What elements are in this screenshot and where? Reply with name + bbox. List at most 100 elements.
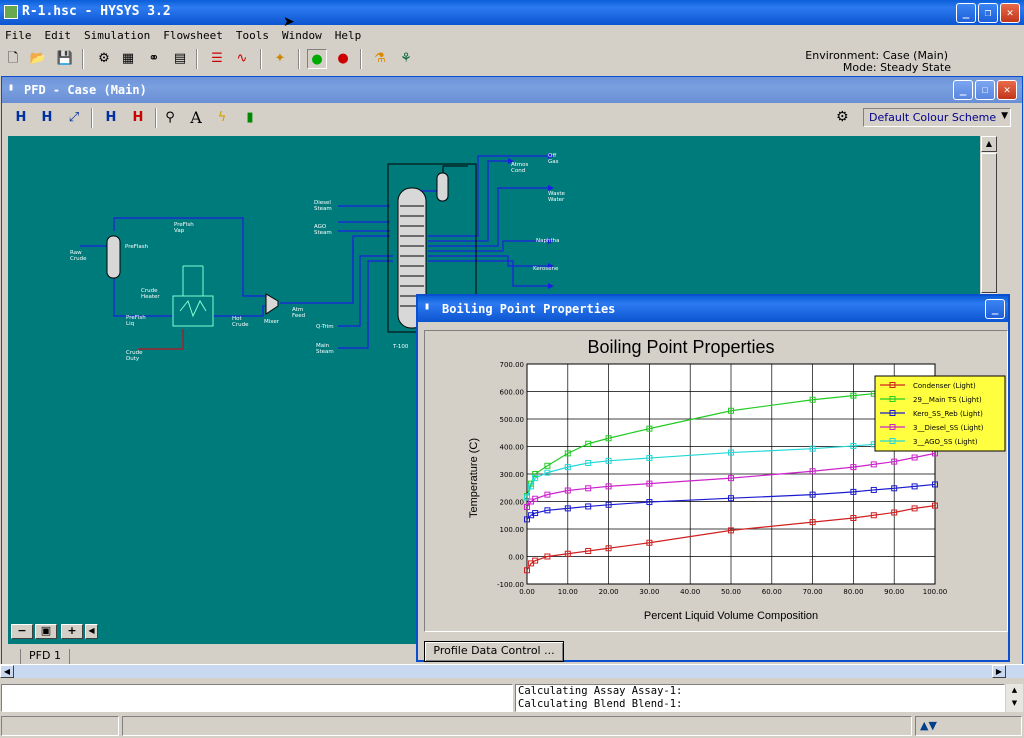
pfd-maximize-button[interactable]: ☐	[975, 80, 995, 100]
save-icon[interactable]: 💾	[55, 49, 75, 69]
label-crude-duty: Crude Duty	[126, 350, 143, 362]
label-waste-water: Waste Water	[548, 191, 565, 203]
profile-data-control-button[interactable]: Profile Data Control ...	[424, 641, 564, 662]
color-bar-icon[interactable]: ▮	[240, 108, 260, 128]
label-main-steam: Main Steam	[316, 343, 334, 355]
green-pump-icon[interactable]: ●	[307, 49, 327, 69]
status-scroll[interactable]: ▲ ▼	[1006, 684, 1023, 712]
label-preflash-liq: PreFlsh Liq	[126, 315, 146, 327]
text-annotation-icon[interactable]: A	[186, 108, 206, 128]
label-preflash-vap: PreFlsh Vap	[174, 222, 194, 234]
pfd-close-button[interactable]: ✕	[997, 80, 1017, 100]
bpp-chart: Boiling Point Properties Percent Liquid …	[468, 337, 1006, 622]
spreadsheet-icon[interactable]: ▦	[118, 49, 138, 69]
bpp-window: ▮ Boiling Point Properties _ Boiling Poi…	[416, 294, 1010, 662]
statusbar-left	[1, 716, 119, 736]
y-tick-label: 100.00	[500, 526, 525, 534]
label-naphtha: Naphtha	[536, 238, 560, 244]
x-tick-label: 90.00	[884, 588, 904, 596]
pfd-title-bar[interactable]: ▮ PFD - Case (Main) _ ☐ ✕	[2, 77, 1022, 103]
scroll-thumb[interactable]	[981, 153, 997, 293]
menu-tools[interactable]: Tools	[236, 29, 269, 42]
app-title-bar[interactable]: R-1.hsc - HYSYS 3.2 _ ❐ ✕	[0, 0, 1024, 25]
zoom-in-button[interactable]: +	[61, 624, 83, 639]
plant-icon[interactable]: ⚘	[396, 49, 416, 69]
chart-y-axis-label: Temperature (C)	[468, 438, 480, 518]
red-pump-icon[interactable]: ●	[333, 49, 353, 69]
light-icon[interactable]: ✦	[270, 49, 290, 69]
label-diesel-steam: Diesel Steam	[314, 200, 332, 212]
x-tick-label: 20.00	[599, 588, 619, 596]
pfd-icon: ▮	[8, 82, 15, 93]
hscroll-left-button[interactable]: ◀	[0, 665, 14, 678]
zoom-fit-button[interactable]: ▣	[35, 624, 57, 639]
hscroll-right-button[interactable]: ▶	[992, 665, 1006, 678]
label-off-gas: Off Gas	[548, 153, 559, 165]
menu-window[interactable]: Window	[282, 29, 322, 42]
wave-icon[interactable]: ∿	[232, 49, 252, 69]
profile-data-control-label: Profile Data Control ...	[433, 644, 555, 657]
column-icon[interactable]: ▤	[170, 49, 190, 69]
new-file-icon[interactable]: 🗋	[3, 49, 23, 69]
y-tick-label: 500.00	[500, 416, 525, 424]
main-toolbar: 🗋 📂 💾 ⚙ ▦ ⚭ ▤ ☰ ∿ ✦ ● ● ⚗ ⚘	[0, 46, 560, 72]
zoom-out-button[interactable]: −	[11, 624, 33, 639]
lightning-icon[interactable]: ϟ	[212, 108, 232, 128]
x-tick-label: 100.00	[923, 588, 948, 596]
mode-label: Mode: Steady State	[842, 61, 951, 74]
binoculars-icon[interactable]: ⚭	[144, 49, 164, 69]
color-scheme-icon[interactable]: ⚙	[836, 109, 849, 125]
x-tick-label: 0.00	[519, 588, 535, 596]
bpp-title: Boiling Point Properties	[442, 302, 616, 316]
pfd-autoposition-icon[interactable]: H	[37, 108, 57, 128]
label-kerosene: Kerosene	[533, 266, 559, 272]
y-tick-label: -100.00	[497, 581, 524, 589]
workbook-icon[interactable]: ⚙	[94, 49, 114, 69]
pfd-resize-icon[interactable]: ⤢	[64, 108, 84, 128]
menu-flowsheet[interactable]: Flowsheet	[163, 29, 223, 42]
menu-simulation[interactable]: Simulation	[84, 29, 150, 42]
zoom-icon[interactable]: ⚲	[160, 108, 180, 128]
mouse-cursor-icon: ➤	[283, 14, 295, 30]
pfd-break-icon[interactable]: H	[128, 108, 148, 128]
status-expand-button[interactable]: ▲▼	[915, 716, 1022, 736]
pfd-layout-icon[interactable]: H	[11, 108, 31, 128]
minimize-button[interactable]: _	[956, 3, 976, 23]
scroll-up-button[interactable]: ▲	[981, 136, 997, 152]
label-mixer: Mixer	[264, 319, 280, 325]
menu-file[interactable]: File	[5, 29, 32, 42]
bpp-minimize-button[interactable]: _	[985, 299, 1005, 319]
bpp-title-bar[interactable]: ▮ Boiling Point Properties _	[418, 296, 1008, 322]
pfd-minimize-button[interactable]: _	[953, 80, 973, 100]
statusbar-mid	[122, 716, 912, 736]
y-tick-label: 600.00	[500, 389, 525, 397]
close-button[interactable]: ✕	[1000, 3, 1020, 23]
legend-entry: 3__Diesel_SS (Light)	[913, 424, 984, 432]
menu-edit[interactable]: Edit	[45, 29, 72, 42]
restore-button[interactable]: ❐	[978, 3, 998, 23]
label-atm-feed: Atm Feed	[292, 307, 306, 319]
label-crude-heater: Crude Heater	[141, 288, 160, 300]
pfd-attach-icon[interactable]: H	[101, 108, 121, 128]
pfd-hscroll-left-button[interactable]: ◀	[85, 624, 98, 639]
label-raw-crude: Raw Crude	[70, 250, 87, 262]
app-title: R-1.hsc - HYSYS 3.2	[22, 4, 171, 19]
legend-entry: 3__AGO_SS (Light)	[913, 438, 978, 446]
y-tick-label: 700.00	[500, 361, 525, 369]
pfd-title: PFD - Case (Main)	[24, 83, 147, 97]
streams-icon[interactable]: ☰	[207, 49, 227, 69]
status-left-panel	[1, 684, 513, 712]
legend-entry: 29__Main TS (Light)	[913, 396, 982, 404]
y-tick-label: 300.00	[500, 471, 525, 479]
pfd-tab[interactable]: PFD 1	[20, 649, 70, 665]
colour-scheme-select[interactable]: Default Colour Scheme ▼	[863, 108, 1011, 127]
menu-help[interactable]: Help	[335, 29, 362, 42]
status-line-1: Calculating Assay Assay-1:	[518, 685, 683, 697]
x-tick-label: 50.00	[721, 588, 741, 596]
chart-title: Boiling Point Properties	[587, 337, 774, 357]
y-tick-label: 400.00	[500, 444, 525, 452]
open-file-icon[interactable]: 📂	[28, 49, 48, 69]
flask-icon[interactable]: ⚗	[370, 49, 390, 69]
main-hscrollbar[interactable]: ◀ ▶	[0, 664, 1024, 678]
label-q-trim: Q-Trim	[316, 324, 334, 330]
